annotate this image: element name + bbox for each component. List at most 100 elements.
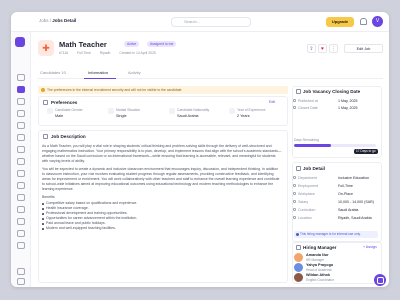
closing-card (292, 86, 382, 158)
calendar-icon[interactable] (17, 110, 25, 117)
published-row: Published at 1 May, 2025 (293, 99, 358, 103)
breadcrumb-parent[interactable]: Jobs (39, 18, 49, 23)
hiring-person[interactable]: Wildan Athok English Coordinator (294, 273, 374, 283)
report-icon[interactable] (17, 134, 25, 141)
pref-marital: Marital Situation Single (108, 108, 171, 118)
detail-row: Employment Full-Time (293, 184, 353, 188)
preferences-title: Preferences (51, 100, 78, 105)
assign-button[interactable]: + Assign (363, 245, 377, 249)
jobs-icon[interactable] (17, 86, 25, 93)
tab-candidates[interactable]: Candidates 10 (40, 70, 66, 79)
breadcrumb: Jobs / Jobs Detail (39, 18, 77, 23)
tab-count: 10 (61, 70, 66, 75)
days-pill: 17 Days to go (354, 149, 378, 154)
detail-row: Department Inclusive Education (293, 176, 369, 180)
analytics-icon[interactable] (17, 170, 25, 177)
top-bar: Jobs / Jobs Detail Search... Upgrade V (11, 12, 389, 32)
home-icon[interactable] (17, 74, 25, 81)
upgrade-button[interactable]: Upgrade (326, 17, 354, 27)
clock-icon (296, 89, 301, 94)
favorite-button[interactable]: ♥ (318, 44, 327, 53)
detail-row: Salary 10,000 - 14,000 (SAR) (293, 200, 374, 204)
mail-icon[interactable] (17, 194, 25, 201)
tag-icon[interactable] (17, 230, 25, 237)
days-remaining-label: Days Remaining (294, 138, 319, 142)
job-id: #7116 (59, 51, 69, 55)
flag-icon (169, 108, 175, 114)
detail-icon (296, 166, 301, 171)
preferences-edit-button[interactable]: Edit (269, 100, 275, 104)
chat-icon[interactable] (17, 122, 25, 129)
pref-experience: Year of Experience 2 Years (229, 108, 292, 118)
active-tab-indicator (84, 78, 116, 79)
notice-banner: The preferences in the internal recruitm… (38, 86, 288, 94)
description-paragraph: As a Math Teacher, you will play a vital… (42, 144, 282, 163)
description-icon (43, 134, 48, 139)
job-meta: #7116 Full Time Riyadh Created in 14 Apr… (59, 51, 164, 55)
ring-icon (108, 108, 114, 114)
avatar (294, 263, 303, 272)
avatar (294, 253, 303, 262)
pref-gender: Candidate Gender Male (47, 108, 110, 118)
calculator-icon: ✚ (38, 40, 54, 56)
folder-icon[interactable] (17, 146, 25, 153)
sidebar (11, 32, 31, 287)
breadcrumb-current: Jobs Detail (52, 18, 77, 23)
bell-icon[interactable] (360, 18, 367, 25)
archive-icon[interactable] (17, 218, 25, 225)
avatar[interactable]: V (372, 16, 383, 27)
info-icon (296, 233, 299, 236)
team-icon[interactable] (17, 158, 25, 165)
closing-title: Job Vacancy Closing Date (303, 89, 361, 94)
benefits-title: Benefits (42, 195, 55, 199)
description-body: As a Math Teacher, you will play a vital… (42, 144, 282, 231)
chat-fab-button[interactable] (374, 274, 386, 286)
tab-bar: Candidates 10 Information Activity (38, 70, 383, 79)
closed-date-row: Closed Date 1 May, 2025 (293, 106, 358, 110)
preferences-icon (43, 100, 48, 105)
days-progress-bar (294, 144, 376, 147)
avatar (294, 273, 303, 282)
briefcase-icon (229, 108, 235, 114)
tab-activity[interactable]: Activity (128, 70, 141, 79)
more-button[interactable]: ⋮ (329, 44, 338, 53)
assigned-badge: Assigned to me (147, 41, 177, 47)
job-city: Riyadh (99, 51, 111, 55)
job-type: Full Time (77, 51, 91, 55)
hiring-manager-title: Hiring Manager (303, 245, 337, 250)
job-created: Created in 14 April 2025 (119, 51, 156, 55)
share-button[interactable]: ⇪ (307, 44, 316, 53)
curriculum-icon (293, 208, 296, 211)
benefits-list: Competitive salary based on qualificatio… (42, 201, 282, 231)
description-paragraph: You will be expected to create a dynamic… (42, 167, 280, 191)
job-title: Math Teacher (59, 40, 107, 49)
detail-row: Workplace On-Place (293, 192, 353, 196)
days-progress-fill (294, 144, 331, 147)
help-icon[interactable] (17, 278, 25, 285)
edit-job-button[interactable]: Edit Job (344, 44, 383, 53)
list-item: Modern and well-equipped teaching facili… (42, 226, 282, 231)
document-icon[interactable] (17, 182, 25, 189)
workplace-icon (293, 192, 296, 195)
location-icon (293, 216, 296, 219)
internal-info-banner: This hiring manager is for internal use … (294, 231, 378, 238)
description-title: Job Description (51, 134, 86, 139)
app-window: Jobs / Jobs Detail Search... Upgrade V ✚… (11, 12, 389, 287)
detail-row: Location Riyadh, Saudi Arabia (293, 216, 372, 220)
hiring-person[interactable]: Yahya Prayogo Head of Academic (294, 263, 374, 273)
hiring-person[interactable]: Amanda Nur HR Manager (294, 253, 374, 263)
settings-icon[interactable] (17, 268, 25, 275)
search-input[interactable]: Search... (171, 17, 251, 27)
logo-icon (15, 37, 25, 47)
user-icon (296, 245, 301, 250)
candidates-icon[interactable] (17, 98, 25, 105)
calendar-icon (293, 106, 296, 109)
warning-icon (41, 88, 45, 92)
pref-nationality: Candidate Nationality Saudi Arabia (169, 108, 232, 118)
employment-icon (293, 184, 296, 187)
box-icon[interactable] (17, 242, 25, 249)
star-icon[interactable] (17, 206, 25, 213)
job-detail-title: Job Detail (303, 166, 325, 171)
salary-icon (293, 200, 296, 203)
calendar-icon (293, 99, 296, 102)
